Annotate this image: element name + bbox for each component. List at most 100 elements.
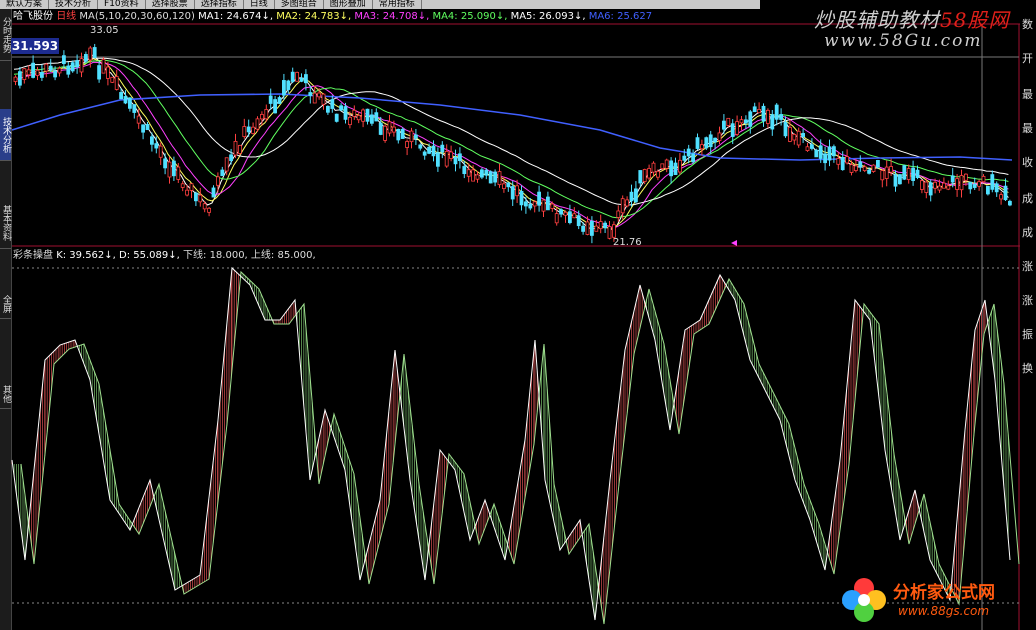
candle-body [805, 146, 810, 151]
candle-body [431, 145, 436, 157]
candle-body [695, 137, 700, 149]
candle-body [220, 169, 225, 177]
low-price-label: 21.76 [613, 237, 642, 248]
candle-body [845, 156, 849, 164]
chart-canvas[interactable]: 33.05 21.76 [0, 0, 1036, 630]
candle-body [149, 136, 154, 145]
candle-body [330, 99, 335, 109]
candle-body [924, 181, 929, 193]
candle-body [823, 153, 827, 164]
candle-body [757, 109, 761, 114]
candle-body [387, 121, 392, 134]
candle-body [334, 113, 339, 122]
candle-body [788, 126, 792, 142]
candle-body [70, 62, 75, 72]
candle-body [286, 80, 291, 90]
candle-body [479, 169, 484, 178]
candle-body [783, 121, 788, 137]
candle-body [603, 222, 607, 229]
candle-body [66, 65, 71, 75]
candle-body [598, 221, 603, 230]
candle-body [854, 165, 858, 171]
candle-body [532, 201, 537, 207]
candle-body [259, 114, 264, 120]
candle-body [818, 145, 823, 159]
candle-body [501, 183, 506, 189]
candle-body [933, 181, 937, 189]
candle-body [84, 54, 88, 62]
candle-body [546, 196, 550, 211]
candle-body [176, 166, 181, 180]
candle-body [75, 60, 79, 68]
candle-body [554, 213, 559, 224]
candle-body [211, 187, 216, 198]
candle-body [497, 171, 502, 186]
candle-body [119, 92, 123, 100]
candle-body [594, 225, 599, 232]
candle-body [224, 157, 229, 172]
candle-body [365, 108, 370, 122]
watermark-text: 炒股辅助教材 [814, 8, 940, 32]
candle-body [62, 55, 66, 64]
candle-body [717, 132, 722, 141]
candle-body [1003, 185, 1008, 201]
candle-body [994, 183, 999, 193]
candle-body [312, 92, 317, 104]
candle-body [515, 185, 519, 197]
candle-body [986, 185, 990, 195]
candle-body [92, 47, 97, 58]
candle-body [752, 106, 757, 113]
candle-body [537, 191, 541, 206]
logo-title: 分析家公式网 [893, 583, 995, 603]
candle-body [396, 128, 401, 141]
candle-body [154, 143, 159, 149]
candle-body [849, 164, 854, 173]
candle-body [405, 141, 410, 148]
candle-body [660, 163, 665, 169]
candle-body [26, 69, 31, 76]
candle-body [999, 194, 1003, 200]
candle-body [528, 203, 533, 209]
candle-body [678, 159, 682, 173]
site-logo: 分析家公式网 www.88gs.com [838, 572, 1036, 630]
candle-body [761, 105, 766, 122]
candle-body [317, 92, 322, 98]
candle-body [510, 186, 515, 200]
candle-body [981, 175, 986, 183]
candle-body [898, 174, 902, 185]
info-label-5: 成 [1022, 192, 1033, 205]
candle-body [361, 109, 366, 122]
candle-body [911, 167, 915, 181]
candle-body [343, 106, 348, 120]
candle-body [792, 134, 797, 141]
candle-body [132, 104, 137, 113]
candle-body [796, 130, 801, 146]
info-label-10: 换 [1022, 362, 1033, 375]
candle-body [625, 199, 629, 207]
candle-body [638, 170, 643, 184]
candle-body [237, 145, 242, 154]
candle-body [106, 66, 110, 79]
candle-body [475, 174, 480, 180]
candle-body [744, 119, 748, 124]
candle-body [145, 123, 150, 131]
candle-body [928, 182, 933, 196]
candle-body [374, 112, 379, 122]
watermark-title: 炒股辅助教材58股网 [814, 4, 1009, 33]
candle-body [779, 114, 783, 120]
candle-body [409, 130, 414, 143]
candle-body [229, 154, 234, 161]
info-label-9: 振 [1022, 328, 1033, 341]
candle-body [559, 209, 563, 215]
candle-body [242, 126, 247, 137]
candle-body [735, 121, 739, 135]
candle-body [1008, 200, 1012, 206]
candle-body [171, 160, 176, 177]
candle-body [884, 166, 889, 179]
candle-body [488, 171, 493, 184]
candle-body [682, 155, 687, 161]
candle-body [444, 151, 449, 167]
candle-body [541, 199, 546, 212]
candle-body [207, 207, 212, 213]
candle-body [453, 156, 458, 165]
